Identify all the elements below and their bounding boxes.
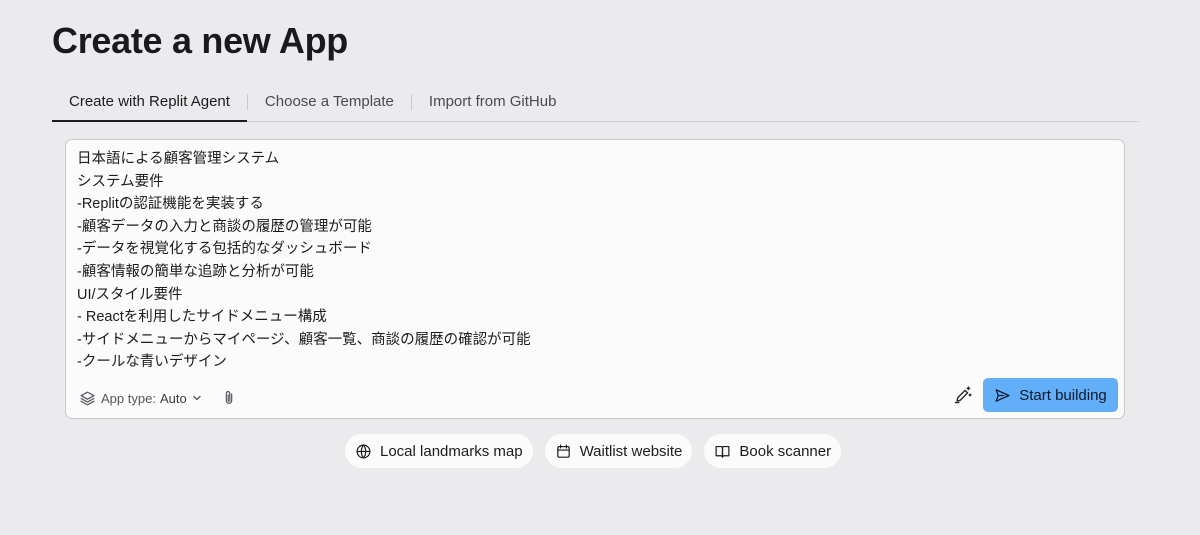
chevron-down-icon — [192, 393, 202, 403]
start-building-label: Start building — [1019, 386, 1107, 404]
book-icon — [714, 443, 731, 460]
prompt-line: -顧客情報の簡単な追跡と分析が可能 — [77, 263, 314, 280]
prompt-line: UI/スタイル要件 — [77, 286, 183, 303]
prompt-line: -Replitの認証機能を実装する — [77, 196, 264, 213]
app-type-value: Auto — [159, 390, 187, 406]
suggestion-book-scanner[interactable]: Book scanner — [704, 434, 842, 468]
tab-choose-template[interactable]: Choose a Template — [248, 82, 411, 121]
suggestion-label: Waitlist website — [579, 442, 683, 460]
tab-import-github[interactable]: Import from GitHub — [412, 82, 574, 121]
app-type-label: App type: — [101, 390, 156, 406]
prompt-text[interactable]: 日本語による顧客管理システム システム要件 -Replitの認証機能を実装する … — [77, 148, 1104, 374]
suggestion-local-landmarks-map[interactable]: Local landmarks map — [345, 434, 533, 468]
prompt-line: -サイドメニューからマイページ、顧客一覧、商談の履歴の確認が可能 — [77, 331, 531, 348]
calendar-icon — [555, 443, 572, 460]
tab-create-with-agent[interactable]: Create with Replit Agent — [52, 82, 247, 122]
prompt-line: -顧客データの入力と商談の履歴の管理が可能 — [77, 218, 372, 235]
pen-sparkle-icon[interactable] — [952, 384, 974, 406]
layers-icon — [79, 390, 96, 407]
prompt-line: システム要件 — [77, 173, 164, 190]
prompt-line: - Reactを利用したサイドメニュー構成 — [77, 309, 327, 326]
paperclip-icon[interactable] — [220, 388, 238, 408]
start-building-button[interactable]: Start building — [983, 378, 1118, 412]
globe-icon — [355, 443, 372, 460]
prompt-input[interactable]: 日本語による顧客管理システム システム要件 -Replitの認証機能を実装する … — [65, 139, 1125, 419]
app-type-selector[interactable]: App type: Auto — [79, 388, 202, 408]
suggestion-label: Local landmarks map — [380, 442, 523, 460]
suggestion-label: Book scanner — [739, 442, 832, 460]
page-title: Create a new App — [52, 20, 348, 61]
suggestion-waitlist-website[interactable]: Waitlist website — [544, 434, 693, 468]
prompt-line: -データを視覚化する包括的なダッシュボード — [77, 241, 372, 258]
suggestion-chips: Local landmarks map Waitlist website Boo… — [345, 434, 853, 468]
tab-bar: Create with Replit Agent Choose a Templa… — [52, 82, 1139, 122]
prompt-line: 日本語による顧客管理システム — [77, 151, 280, 167]
send-icon — [994, 387, 1011, 404]
prompt-line: -クールな青いデザイン — [77, 354, 227, 371]
